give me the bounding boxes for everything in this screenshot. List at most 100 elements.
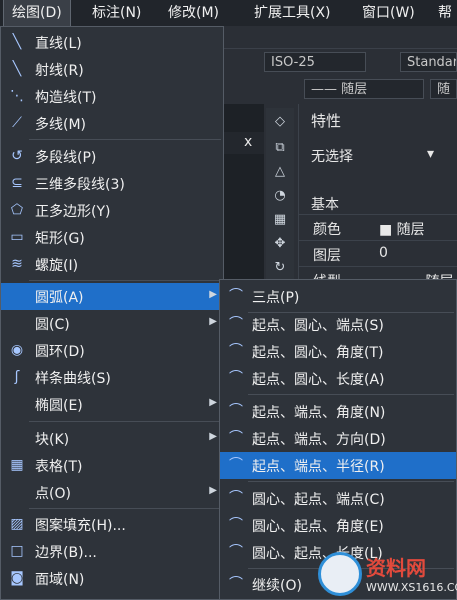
menu-item-label: 螺旋(I) bbox=[35, 258, 79, 274]
submenu-arrow-icon: ▶ bbox=[209, 485, 217, 496]
menu-item-boundary[interactable]: □ 边界(B)... bbox=[1, 538, 223, 565]
menu-help[interactable]: 帮 bbox=[430, 0, 457, 26]
array-icon[interactable]: ▦ bbox=[272, 212, 288, 228]
menu-item-line[interactable]: ╲ 直线(L) bbox=[1, 29, 223, 56]
menu-item-point[interactable]: 点(O) ▶ bbox=[1, 479, 223, 506]
menu-item-block[interactable]: 块(K) ▶ bbox=[1, 425, 223, 452]
prop-key: 图层 bbox=[313, 248, 341, 264]
spline-icon: ʃ bbox=[14, 369, 20, 385]
menu-item-ellipse[interactable]: 椭圆(E) ▶ bbox=[1, 391, 223, 418]
mirror-icon[interactable]: △ bbox=[272, 164, 288, 180]
menu-item-label: 圆环(D) bbox=[35, 344, 85, 360]
textstyle-select[interactable]: Standar bbox=[400, 52, 457, 72]
arc-start-center-length[interactable]: ⌒ 起点、圆心、长度(A) bbox=[220, 365, 456, 392]
arc-center-start-end[interactable]: ⌒ 圆心、起点、端点(C) bbox=[220, 485, 456, 512]
menu-item-label: 图案填充(H)... bbox=[35, 518, 126, 534]
arc-sce-icon: ⌒ bbox=[229, 316, 243, 332]
selection-dropdown[interactable]: 无选择 ▾ bbox=[311, 146, 451, 170]
menu-item-table[interactable]: ▦ 表格(T) bbox=[1, 452, 223, 479]
arc-sed-icon: ⌒ bbox=[229, 430, 243, 446]
line-icon: ╲ bbox=[12, 34, 22, 50]
submenu-arrow-icon: ▶ bbox=[209, 316, 217, 327]
watermark-logo bbox=[318, 552, 362, 596]
separator bbox=[248, 394, 454, 395]
menu-window[interactable]: 窗口(W) bbox=[354, 0, 423, 26]
arc-start-center-angle[interactable]: ⌒ 起点、圆心、角度(T) bbox=[220, 338, 456, 365]
submenu-arrow-icon: ▶ bbox=[209, 289, 217, 300]
helix-icon: ≋ bbox=[11, 256, 23, 272]
arc-start-end-direction[interactable]: ⌒ 起点、端点、方向(D) bbox=[220, 425, 456, 452]
move-icon[interactable]: ✥ bbox=[272, 236, 288, 252]
menu-item-circle[interactable]: 圆(C) ▶ bbox=[1, 310, 223, 337]
menu-item-rectangle[interactable]: ▭ 矩形(G) bbox=[1, 224, 223, 251]
menu-dimension[interactable]: 标注(N) bbox=[84, 0, 149, 26]
menu-extension-tools[interactable]: 扩展工具(X) bbox=[246, 0, 339, 26]
arc-csa-icon: ⌒ bbox=[229, 517, 243, 533]
properties-title: 特性 bbox=[311, 112, 342, 130]
arc-sea-icon: ⌒ bbox=[229, 403, 243, 419]
region-icon: ◙ bbox=[10, 570, 24, 586]
menu-modify[interactable]: 修改(M) bbox=[160, 0, 227, 26]
ray-icon: ╲ bbox=[12, 61, 22, 77]
prop-key: 颜色 bbox=[313, 222, 341, 238]
styles-toolbar: ISO-25 Standar bbox=[224, 48, 457, 75]
menu-item-spline[interactable]: ʃ 样条曲线(S) bbox=[1, 364, 223, 391]
linetype-select[interactable]: —— 随层 bbox=[304, 79, 424, 99]
menu-item-hatch[interactable]: ▨ 图案填充(H)... bbox=[1, 511, 223, 538]
separator bbox=[29, 508, 221, 509]
menu-item-label: 边界(B)... bbox=[35, 545, 97, 561]
arc-center-start-angle[interactable]: ⌒ 圆心、起点、角度(E) bbox=[220, 512, 456, 539]
offset-icon[interactable]: ◔ bbox=[272, 188, 288, 204]
menu-item-region[interactable]: ◙ 面域(N) bbox=[1, 565, 223, 592]
arc-3p-icon: ⌒ bbox=[229, 288, 243, 304]
arc-sca-icon: ⌒ bbox=[229, 343, 243, 359]
lineweight-select[interactable]: 随 bbox=[430, 79, 457, 99]
submenu-item-label: 三点(P) bbox=[252, 290, 300, 306]
submenu-item-label: 起点、圆心、长度(A) bbox=[252, 372, 385, 388]
submenu-item-label: 起点、圆心、角度(T) bbox=[252, 345, 384, 361]
menu-bar: 绘图(D) 标注(N) 修改(M) 扩展工具(X) 窗口(W) 帮 bbox=[0, 0, 457, 27]
copy-icon[interactable]: ⧉ bbox=[272, 140, 288, 156]
document-tab: x bbox=[224, 132, 264, 154]
erase-icon[interactable]: ◇ bbox=[272, 114, 288, 130]
menu-item-mline[interactable]: ⟋ 多线(M) bbox=[1, 110, 223, 137]
arc-ser-icon: ⌒ bbox=[229, 457, 243, 473]
menu-item-label: 正多边形(Y) bbox=[35, 204, 111, 220]
prop-value: 0 bbox=[379, 245, 388, 261]
prop-row-layer[interactable]: 图层 0 bbox=[299, 240, 457, 267]
menu-draw[interactable]: 绘图(D) bbox=[3, 0, 71, 27]
mline-icon: ⟋ bbox=[12, 115, 22, 131]
menu-item-polygon[interactable]: ⬠ 正多边形(Y) bbox=[1, 197, 223, 224]
menu-item-polyline[interactable]: ↺ 多段线(P) bbox=[1, 143, 223, 170]
arc-three-point[interactable]: ⌒ 三点(P) bbox=[220, 283, 456, 310]
dimstyle-select[interactable]: ISO-25 bbox=[264, 52, 366, 72]
menu-item-3dpoly[interactable]: ⊆ 三维多段线(3) bbox=[1, 170, 223, 197]
menu-item-helix[interactable]: ≋ 螺旋(I) bbox=[1, 251, 223, 278]
menu-item-donut[interactable]: ◉ 圆环(D) bbox=[1, 337, 223, 364]
menu-item-label: 矩形(G) bbox=[35, 231, 85, 247]
submenu-item-label: 圆心、起点、端点(C) bbox=[252, 492, 385, 508]
xline-icon: ⋱ bbox=[10, 88, 24, 104]
menu-item-label: 多段线(P) bbox=[35, 150, 97, 166]
arc-start-end-radius[interactable]: ⌒ 起点、端点、半径(R) bbox=[220, 452, 456, 479]
menu-item-xline[interactable]: ⋱ 构造线(T) bbox=[1, 83, 223, 110]
arc-start-center-end[interactable]: ⌒ 起点、圆心、端点(S) bbox=[220, 311, 456, 338]
menu-item-label: 直线(L) bbox=[35, 36, 82, 52]
menu-item-arc[interactable]: 圆弧(A) ▶ bbox=[1, 283, 223, 310]
prop-row-color[interactable]: 颜色 ■ 随层 bbox=[299, 214, 457, 241]
3dpoly-icon: ⊆ bbox=[11, 175, 23, 191]
arc-start-end-angle[interactable]: ⌒ 起点、端点、角度(N) bbox=[220, 398, 456, 425]
chevron-down-icon: ▾ bbox=[427, 146, 435, 162]
menu-item-ray[interactable]: ╲ 射线(R) bbox=[1, 56, 223, 83]
rotate-icon[interactable]: ↻ bbox=[272, 260, 288, 276]
arc-cse-icon: ⌒ bbox=[229, 490, 243, 506]
donut-icon: ◉ bbox=[10, 342, 24, 358]
watermark-url: WWW.XS1616.COM bbox=[366, 581, 457, 594]
separator bbox=[29, 139, 221, 140]
close-icon[interactable]: x bbox=[244, 134, 252, 150]
submenu-item-label: 继续(O) bbox=[252, 578, 302, 594]
layers-toolbar: —— 随层 随 bbox=[224, 76, 457, 102]
hatch-icon: ▨ bbox=[10, 516, 24, 532]
polyline-icon: ↺ bbox=[11, 148, 23, 164]
separator bbox=[29, 280, 221, 281]
